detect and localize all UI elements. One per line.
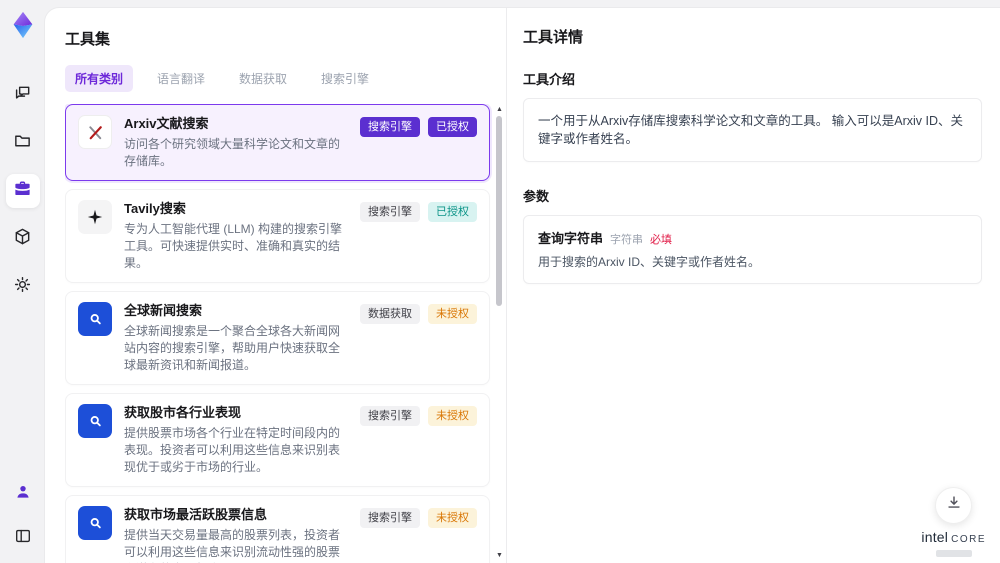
news-search-icon [78, 506, 112, 540]
tool-title: Arxiv文献搜索 [124, 116, 209, 131]
gear-icon [13, 275, 32, 299]
tool-category-badge: 搜索引擎 [360, 202, 420, 222]
tool-auth-badge: 已授权 [428, 117, 477, 137]
tool-category-badge: 搜索引擎 [360, 117, 420, 137]
download-button[interactable] [935, 487, 973, 524]
arxiv-icon [78, 115, 112, 149]
scroll-down-icon[interactable]: ▼ [496, 552, 503, 559]
toolbox-icon [13, 179, 32, 203]
tool-description: 访问各个研究领域大量科学论文和文章的存储库。 [124, 137, 341, 168]
tool-list: Arxiv文献搜索 访问各个研究领域大量科学论文和文章的存储库。 搜索引擎 已授… [65, 104, 490, 563]
brand-underline [935, 550, 972, 557]
sidebar-items [5, 78, 40, 304]
param-type: 字符串 [610, 234, 644, 246]
scroll-up-icon[interactable]: ▲ [496, 106, 503, 113]
sidebar-bottom-items [6, 477, 40, 555]
tool-badges: 搜索引擎 已授权 [360, 115, 477, 137]
tool-auth-badge: 未授权 [428, 406, 477, 426]
sidebar-item-packages[interactable] [6, 222, 40, 256]
tool-auth-badge: 已授权 [428, 202, 477, 222]
sidebar-item-chat[interactable] [6, 78, 40, 112]
tool-auth-badge: 未授权 [428, 508, 477, 528]
intel-core-logo: intel CORE [921, 529, 986, 545]
chat-icon [13, 83, 32, 107]
icon-sidebar [0, 0, 45, 563]
app-logo [8, 10, 38, 40]
tool-intro-text: 一个用于从Arxiv存储库搜索科学论文和文章的工具。 输入可以是Arxiv ID… [523, 98, 982, 162]
category-tab-2[interactable]: 数据获取 [229, 65, 297, 92]
tool-detail-panel: 工具详情 工具介绍 一个用于从Arxiv存储库搜索科学论文和文章的工具。 输入可… [507, 8, 1000, 563]
intro-heading: 工具介绍 [523, 72, 576, 87]
tool-category-badge: 搜索引擎 [360, 508, 420, 528]
param-name: 查询字符串 [538, 231, 604, 246]
sidebar-item-files[interactable] [6, 126, 40, 160]
tool-title: 全球新闻搜索 [124, 303, 203, 318]
download-icon [945, 494, 963, 517]
tool-description: 全球新闻搜索是一个聚合全球各大新闻网站内容的搜索引擎，帮助用户快速获取全球最新资… [124, 324, 341, 372]
tool-title: 获取股市各行业表现 [124, 405, 242, 420]
tool-badges: 搜索引擎 未授权 [360, 404, 477, 426]
tool-description: 提供股票市场各个行业在特定时间段内的表现。投资者可以利用这些信息来识别表现优于或… [124, 426, 341, 474]
tool-card[interactable]: 全球新闻搜索 全球新闻搜索是一个聚合全球各大新闻网站内容的搜索引擎，帮助用户快速… [65, 291, 490, 385]
tool-auth-badge: 未授权 [428, 304, 477, 324]
tool-card[interactable]: 获取市场最活跃股票信息 提供当天交易量最高的股票列表，投资者可以利用这些信息来识… [65, 495, 490, 563]
category-tab-1[interactable]: 语言翻译 [147, 65, 215, 92]
sidebar-item-tools[interactable] [5, 174, 40, 208]
news-search-icon [78, 302, 112, 336]
tool-description: 提供当天交易量最高的股票列表，投资者可以利用这些信息来识别流动性强的股票和潜在的… [124, 528, 341, 563]
user-icon [14, 483, 32, 506]
brand-sub-text: CORE [951, 534, 986, 545]
scrollbar[interactable]: ▲ ▼ [495, 104, 503, 559]
tool-card[interactable]: Arxiv文献搜索 访问各个研究领域大量科学论文和文章的存储库。 搜索引擎 已授… [65, 104, 490, 181]
tool-card[interactable]: 获取股市各行业表现 提供股票市场各个行业在特定时间段内的表现。投资者可以利用这些… [65, 393, 490, 487]
sidebar-item-settings[interactable] [6, 270, 40, 304]
tool-badges: 数据获取 未授权 [360, 302, 477, 324]
scrollbar-thumb[interactable] [496, 116, 502, 306]
collapse-sidebar-icon [14, 527, 32, 550]
sidebar-item-collapse[interactable] [6, 521, 40, 555]
category-tab-3[interactable]: 搜索引擎 [311, 65, 379, 92]
param-description: 用于搜索的Arxiv ID、关键字或作者姓名。 [538, 255, 761, 269]
tool-title: Tavily搜索 [124, 201, 186, 216]
news-search-icon [78, 404, 112, 438]
param-required-badge: 必填 [650, 234, 673, 246]
category-tab-0[interactable]: 所有类别 [65, 65, 134, 92]
sidebar-item-account[interactable] [6, 477, 40, 511]
tool-title: 获取市场最活跃股票信息 [124, 507, 268, 522]
tool-card[interactable]: Tavily搜索 专为人工智能代理 (LLM) 构建的搜索引擎工具。可快速提供实… [65, 189, 490, 283]
param-card: 查询字符串 字符串 必填 用于搜索的Arxiv ID、关键字或作者姓名。 [523, 215, 982, 284]
tool-category-badge: 数据获取 [360, 304, 420, 324]
tool-list-panel: 工具集 所有类别 语言翻译 数据获取 搜索引擎 Arxiv文献搜索 访问各个研究领域大… [45, 8, 507, 563]
folder-icon [13, 131, 32, 155]
tool-description: 专为人工智能代理 (LLM) 构建的搜索引擎工具。可快速提供实时、准确和真实的结… [124, 222, 343, 270]
tool-badges: 搜索引擎 未授权 [360, 506, 477, 528]
param-list: 查询字符串 字符串 必填 用于搜索的Arxiv ID、关键字或作者姓名。 [523, 215, 982, 284]
tool-category-badge: 搜索引擎 [360, 406, 420, 426]
main-panel: 工具集 所有类别 语言翻译 数据获取 搜索引擎 Arxiv文献搜索 访问各个研究领域大… [45, 8, 1000, 563]
package-icon [13, 227, 32, 251]
category-tabs: 所有类别 语言翻译 数据获取 搜索引擎 [65, 65, 506, 92]
brand-text: intel [921, 529, 949, 545]
params-heading: 参数 [523, 189, 550, 204]
detail-title: 工具详情 [523, 29, 584, 46]
sparkle-icon [78, 200, 112, 234]
tool-badges: 搜索引擎 已授权 [360, 200, 477, 222]
corner-widgets: intel CORE [921, 487, 986, 557]
page-title: 工具集 [65, 31, 111, 48]
tool-list-viewport: Arxiv文献搜索 访问各个研究领域大量科学论文和文章的存储库。 搜索引擎 已授… [65, 104, 506, 563]
